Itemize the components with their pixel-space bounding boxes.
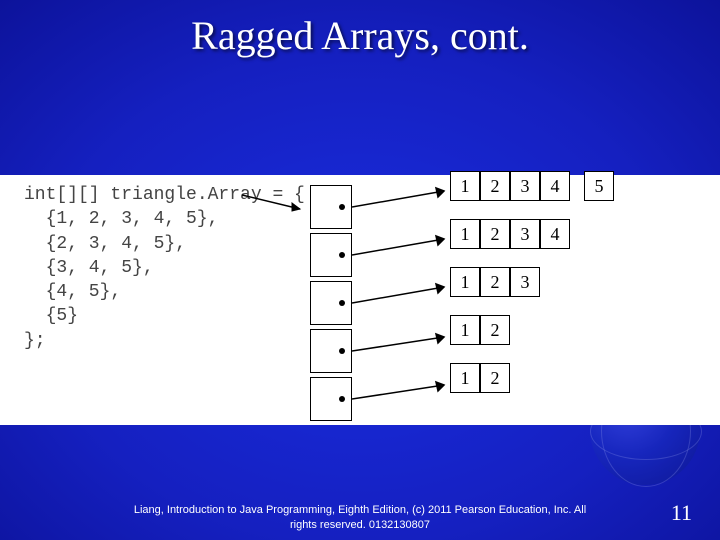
footer-citation: Liang, Introduction to Java Programming,… xyxy=(0,503,720,532)
array-cell: 1 xyxy=(450,315,480,345)
ref-cell xyxy=(310,329,352,373)
array-cell: 3 xyxy=(510,267,540,297)
array-cell: 1 xyxy=(450,363,480,393)
code-line: {2, 3, 4, 5}, xyxy=(24,234,186,254)
array-cell: 1 xyxy=(450,267,480,297)
code-line: }; xyxy=(24,331,46,351)
array-cell: 1 xyxy=(450,171,480,201)
page-number: 11 xyxy=(671,500,692,526)
code-line: {4, 5}, xyxy=(24,282,121,302)
code-line: {5} xyxy=(24,306,78,326)
ref-cell xyxy=(310,377,352,421)
array-cell: 2 xyxy=(480,219,510,249)
array-cell: 4 xyxy=(540,171,570,201)
code-line: {1, 2, 3, 4, 5}, xyxy=(24,209,218,229)
array-cell: 2 xyxy=(480,315,510,345)
reference-column xyxy=(310,185,352,425)
slide-title: Ragged Arrays, cont. xyxy=(0,0,720,59)
footer-line: Liang, Introduction to Java Programming,… xyxy=(134,504,586,516)
code-line: {3, 4, 5}, xyxy=(24,258,154,278)
content-panel: int[][] triangle.Array = { {1, 2, 3, 4, … xyxy=(0,175,720,425)
array-cell: 3 xyxy=(510,171,540,201)
array-cell: 2 xyxy=(480,267,510,297)
ref-cell xyxy=(310,281,352,325)
array-row: 1 2 xyxy=(450,315,510,345)
pointer-arrow-icon xyxy=(242,189,312,213)
array-cell: 2 xyxy=(480,363,510,393)
array-cell: 5 xyxy=(584,171,614,201)
footer-line: rights reserved. 0132130807 xyxy=(290,519,430,531)
array-row: 1 2 3 4 5 xyxy=(450,171,614,201)
array-row: 1 2 3 4 xyxy=(450,219,570,249)
array-cell: 1 xyxy=(450,219,480,249)
array-cell: 4 xyxy=(540,219,570,249)
reference-arrows xyxy=(352,185,452,425)
array-cell: 2 xyxy=(480,171,510,201)
ref-cell xyxy=(310,185,352,229)
ref-cell xyxy=(310,233,352,277)
array-cell: 3 xyxy=(510,219,540,249)
array-row: 1 2 xyxy=(450,363,510,393)
array-row: 1 2 3 xyxy=(450,267,540,297)
